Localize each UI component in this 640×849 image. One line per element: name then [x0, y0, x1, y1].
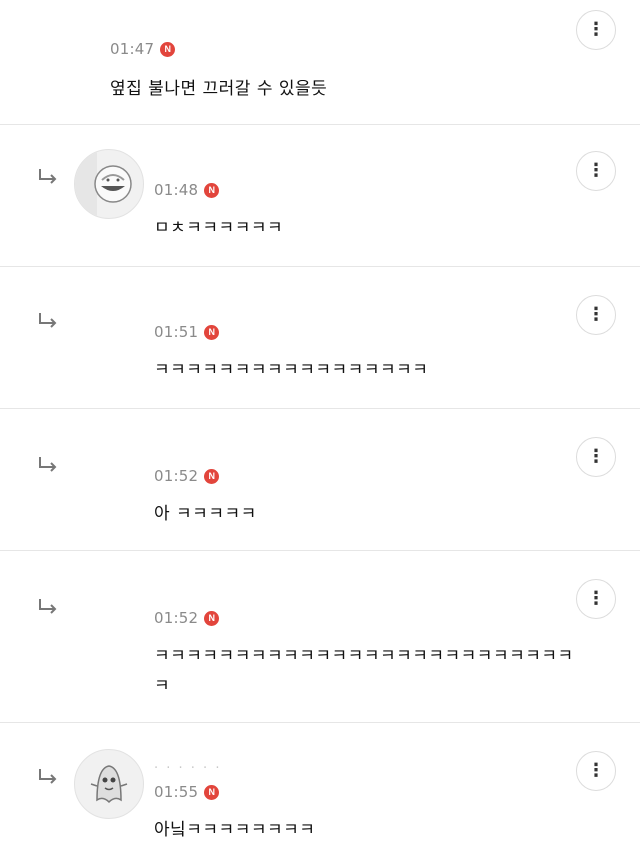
comment-time: 01:51 [154, 323, 199, 341]
new-badge: N [204, 182, 220, 198]
ghost-avatar-icon [90, 765, 128, 804]
new-badge: N [204, 784, 220, 800]
more-options-button[interactable]: ⋮ [576, 579, 616, 619]
new-badge: N [204, 324, 220, 340]
avatar[interactable] [74, 149, 144, 219]
character-avatar-icon [75, 150, 132, 218]
reply-arrow-icon [39, 599, 57, 614]
comment-time: 01:52 [154, 467, 199, 485]
nickname-placeholder: . . . . . . [154, 757, 222, 772]
comment-time: 01:52 [154, 609, 199, 627]
more-options-button[interactable]: ⋮ [576, 295, 616, 335]
more-icon: ⋮ [587, 304, 605, 325]
comment-meta: 01:55 N [154, 783, 220, 801]
comment-meta: 01:51 N [154, 323, 220, 341]
comment-text: 아 ㅋㅋㅋㅋㅋ [154, 504, 257, 524]
new-badge: N [160, 41, 176, 57]
more-options-button[interactable]: ⋮ [576, 437, 616, 477]
comment-meta: 01:52 N [154, 609, 220, 627]
new-badge: N [204, 468, 220, 484]
comment-meta: 01:47 N [110, 40, 176, 58]
more-options-button[interactable]: ⋮ [576, 751, 616, 791]
reply-item: 01:48 N ㅁㅊㅋㅋㅋㅋㅋㅋ ⋮ [0, 125, 640, 267]
reply-arrow-icon [39, 457, 57, 472]
new-badge: N [204, 610, 220, 626]
comment-text: ㅋㅋㅋㅋㅋㅋㅋㅋㅋㅋㅋㅋㅋㅋㅋㅋㅋ [154, 360, 429, 380]
reply-item: 01:52 N 아 ㅋㅋㅋㅋㅋ ⋮ [0, 409, 640, 551]
reply-arrow-icon [39, 169, 57, 184]
reply-item: 01:51 N ㅋㅋㅋㅋㅋㅋㅋㅋㅋㅋㅋㅋㅋㅋㅋㅋㅋ ⋮ [0, 267, 640, 409]
comment-meta: 01:48 N [154, 181, 220, 199]
comment-text: 아닠ㅋㅋㅋㅋㅋㅋㅋㅋ [154, 820, 316, 840]
more-options-button[interactable]: ⋮ [576, 10, 616, 50]
more-icon: ⋮ [587, 588, 605, 609]
reply-arrow-icon [39, 769, 57, 784]
comment-text: 옆집 불나면 끄러갈 수 있을듯 [110, 79, 328, 99]
comment-time: 01:48 [154, 181, 199, 199]
reply-item: . . . . . . 01:55 N 아닠ㅋㅋㅋㅋㅋㅋㅋㅋ ⋮ [0, 723, 640, 849]
avatar[interactable] [74, 749, 144, 819]
comment-meta: 01:52 N [154, 467, 220, 485]
more-icon: ⋮ [587, 446, 605, 467]
reply-arrow-icon [39, 313, 57, 328]
more-icon: ⋮ [587, 160, 605, 181]
more-icon: ⋮ [587, 760, 605, 781]
comment-item: 01:47 N 옆집 불나면 끄러갈 수 있을듯 ⋮ [0, 0, 640, 125]
more-icon: ⋮ [587, 19, 605, 40]
comment-text: ㅋㅋㅋㅋㅋㅋㅋㅋㅋㅋㅋㅋㅋㅋㅋㅋㅋㅋㅋㅋㅋㅋㅋㅋㅋㅋㅋ [154, 646, 574, 696]
comment-text: ㅁㅊㅋㅋㅋㅋㅋㅋ [154, 218, 284, 238]
more-options-button[interactable]: ⋮ [576, 151, 616, 191]
comment-list: 01:47 N 옆집 불나면 끄러갈 수 있을듯 ⋮ 01:48 N ㅁㅊㅋㅋㅋ… [0, 0, 640, 849]
comment-time: 01:47 [110, 40, 155, 58]
reply-item: 01:52 N ㅋㅋㅋㅋㅋㅋㅋㅋㅋㅋㅋㅋㅋㅋㅋㅋㅋㅋㅋㅋㅋㅋㅋㅋㅋㅋㅋ ⋮ [0, 551, 640, 723]
comment-time: 01:55 [154, 783, 199, 801]
